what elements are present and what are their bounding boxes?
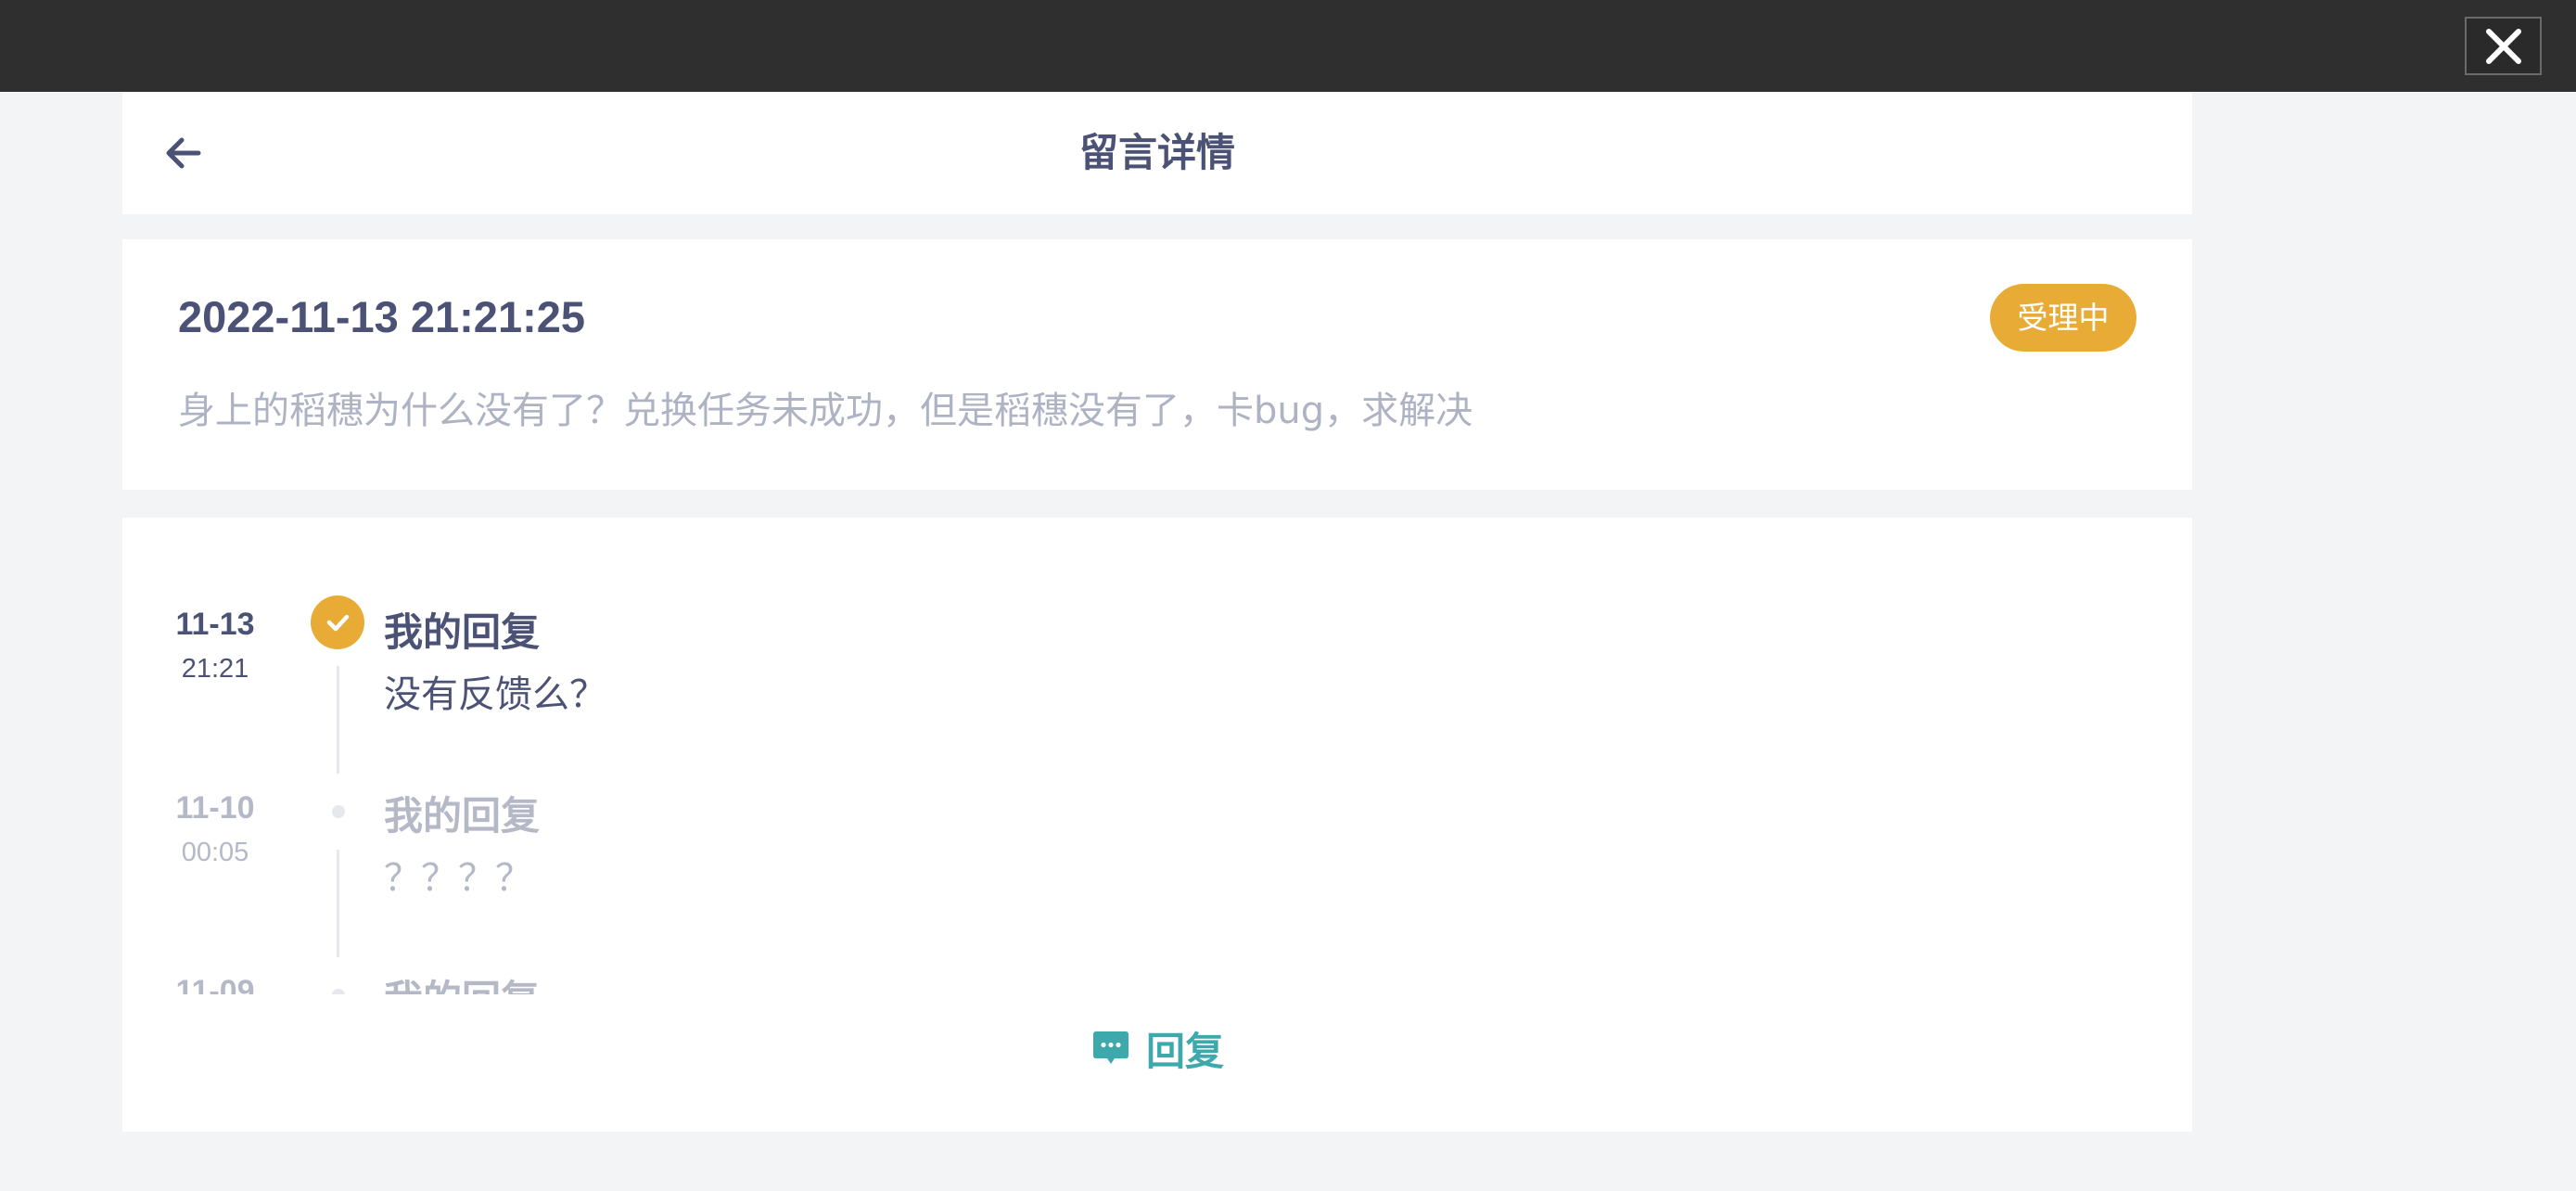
reply-label: 回复 <box>1145 1028 1224 1074</box>
check-icon <box>311 596 364 649</box>
reply-button[interactable]: 回复 <box>122 1007 2192 1089</box>
timeline-item: 11-09 我的回复 <box>122 885 2192 994</box>
message-content: 身上的稻穗为什么没有了？兑换任务未成功，但是稻穗没有了，卡bug，求解决 <box>178 390 1473 432</box>
timeline-item: 11-13 21:21 我的回复 没有反馈么？ <box>122 518 2192 774</box>
timeline-list[interactable]: 11-13 21:21 我的回复 没有反馈么？ 11-10 00:05 我的回复… <box>122 518 2192 994</box>
page-header: 留言详情 <box>122 92 2192 214</box>
timeline-title: 我的回复 <box>384 793 541 839</box>
timeline-date: 11-10 00:05 <box>122 701 308 868</box>
timeline-date-time: 00:05 <box>181 838 249 867</box>
timeline-date-time: 21:21 <box>181 654 249 684</box>
close-icon <box>2485 28 2521 64</box>
status-badge: 受理中 <box>1990 284 2136 352</box>
timeline-dot <box>332 989 345 994</box>
timeline-date-day: 11-09 <box>175 974 255 994</box>
timeline-date-day: 11-13 <box>175 607 255 642</box>
close-button[interactable] <box>2465 17 2542 75</box>
timeline-date: 11-13 21:21 <box>122 518 308 685</box>
message-timestamp: 2022-11-13 21:21:25 <box>178 292 586 341</box>
timeline-date: 11-09 <box>122 885 308 994</box>
chat-bubble-icon <box>1092 1031 1129 1064</box>
message-card: 2022-11-13 21:21:25 受理中 身上的稻穗为什么没有了？兑换任务… <box>122 239 2192 490</box>
reply-thread: 11-13 21:21 我的回复 没有反馈么？ 11-10 00:05 我的回复… <box>122 518 2192 1132</box>
timeline-title: 我的回复 <box>384 609 541 655</box>
timeline-date-day: 11-10 <box>175 790 255 826</box>
page-title: 留言详情 <box>1078 130 1235 175</box>
timeline-title: 我的回复 <box>384 968 540 994</box>
top-bar <box>0 0 2576 92</box>
timeline-dot <box>332 805 345 818</box>
timeline-item: 11-10 00:05 我的回复 ？？？？ <box>122 701 2192 957</box>
